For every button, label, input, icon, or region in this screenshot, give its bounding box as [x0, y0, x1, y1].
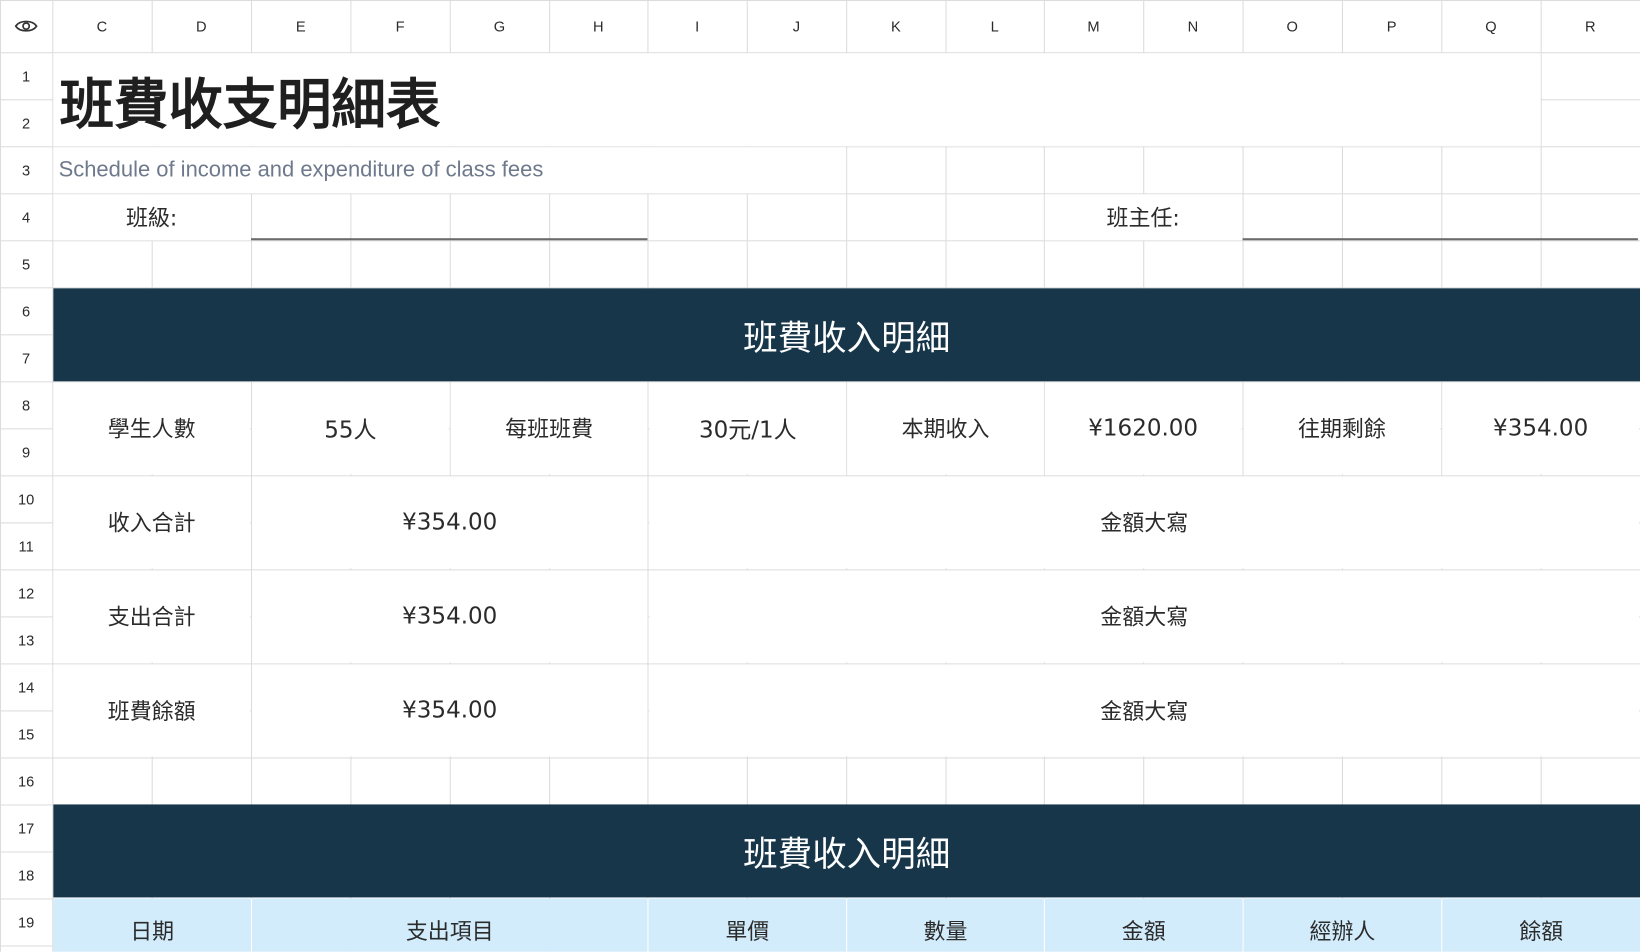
- summary-value-expense[interactable]: ¥354.00: [252, 570, 648, 663]
- column-header-n[interactable]: N: [1143, 0, 1242, 52]
- column-header-g[interactable]: G: [450, 0, 549, 52]
- students-value[interactable]: 55人: [252, 382, 449, 475]
- sheet-title[interactable]: 班費收支明細表: [53, 53, 1541, 147]
- summary-value-income[interactable]: ¥354.00: [252, 476, 648, 569]
- row-header-19[interactable]: 19: [0, 898, 52, 945]
- row-header-11[interactable]: 11: [0, 522, 52, 569]
- expense-header-unit-price[interactable]: 單價: [648, 915, 846, 946]
- expense-header-amount[interactable]: 金額: [1045, 915, 1243, 946]
- summary-label-balance[interactable]: 班費餘額: [53, 664, 250, 757]
- column-header-p[interactable]: P: [1342, 0, 1441, 52]
- teacher-label[interactable]: 班主任:: [1044, 194, 1242, 241]
- column-header-r[interactable]: R: [1541, 0, 1640, 52]
- column-header-q[interactable]: Q: [1441, 0, 1540, 52]
- row-header-10[interactable]: 10: [0, 475, 52, 522]
- column-header-l[interactable]: L: [946, 0, 1044, 52]
- expense-section-banner[interactable]: 班費收入明細: [53, 804, 1640, 898]
- class-label[interactable]: 班級:: [53, 194, 250, 241]
- row-header-2[interactable]: 2: [0, 99, 52, 146]
- fee-value[interactable]: 30元/1人: [649, 382, 847, 475]
- students-label[interactable]: 學生人數: [53, 382, 250, 475]
- expense-header-quantity[interactable]: 數量: [847, 915, 1044, 946]
- teacher-input-underline: [1242, 238, 1638, 241]
- prior-balance-value[interactable]: ¥354.00: [1442, 382, 1639, 475]
- summary-caps-expense[interactable]: 金額大寫: [649, 570, 1639, 663]
- row-header-17[interactable]: 17: [0, 804, 52, 851]
- expense-header-item[interactable]: 支出項目: [252, 915, 647, 946]
- sheet-subtitle[interactable]: Schedule of income and expenditure of cl…: [53, 147, 847, 194]
- spreadsheet-sheet: CDEFGHIJKLMNOPQR 1 2 3 4 5 6 7 8 9 10 11 12 13 14 15 16…: [0, 0, 1640, 952]
- period-income-label[interactable]: 本期收入: [847, 382, 1044, 475]
- column-header-k[interactable]: K: [846, 0, 945, 52]
- expense-header-balance[interactable]: 餘額: [1442, 915, 1640, 946]
- expense-header-handler[interactable]: 經辦人: [1244, 915, 1442, 946]
- income-section-banner[interactable]: 班費收入明細: [53, 288, 1640, 382]
- spreadsheet-window: CDEFGHIJKLMNOPQR 1 2 3 4 5 6 7 8 9 10 11 12 13 14 15 16…: [0, 0, 1640, 952]
- summary-caps-balance[interactable]: 金額大寫: [649, 664, 1639, 757]
- row-header-18[interactable]: 18: [0, 851, 52, 898]
- eye-icon[interactable]: [14, 19, 38, 34]
- row-header-3[interactable]: 3: [0, 146, 52, 193]
- fee-label[interactable]: 每班班費: [450, 382, 648, 475]
- class-input-underline: [251, 238, 648, 241]
- column-header-d[interactable]: D: [152, 0, 251, 52]
- column-header-e[interactable]: E: [251, 0, 350, 52]
- column-header-c[interactable]: C: [52, 0, 151, 52]
- summary-caps-income[interactable]: 金額大寫: [649, 476, 1639, 569]
- row-header-1[interactable]: 1: [0, 52, 52, 99]
- row-header-12[interactable]: 12: [0, 569, 52, 616]
- summary-value-balance[interactable]: ¥354.00: [252, 664, 648, 757]
- column-header-j[interactable]: J: [747, 0, 846, 52]
- expense-header-date[interactable]: 日期: [53, 915, 251, 946]
- row-header-6[interactable]: 6: [0, 287, 52, 334]
- column-header-m[interactable]: M: [1044, 0, 1143, 52]
- column-header-h[interactable]: H: [549, 0, 647, 52]
- grid-hline: [0, 240, 1640, 242]
- column-header-o[interactable]: O: [1243, 0, 1342, 52]
- select-all-corner[interactable]: [0, 0, 52, 52]
- column-header-i[interactable]: I: [647, 0, 746, 52]
- row-header-5[interactable]: 5: [0, 240, 52, 287]
- row-header-14[interactable]: 14: [0, 663, 52, 710]
- grid-hline: [0, 757, 1640, 759]
- summary-label-expense[interactable]: 支出合計: [53, 570, 250, 663]
- row-header-16[interactable]: 16: [0, 757, 52, 804]
- row-header-8[interactable]: 8: [0, 381, 52, 428]
- summary-label-income[interactable]: 收入合計: [53, 476, 250, 569]
- row-header-9[interactable]: 9: [0, 428, 52, 475]
- row-header-13[interactable]: 13: [0, 616, 52, 663]
- period-income-value[interactable]: ¥1620.00: [1044, 382, 1242, 475]
- prior-balance-label[interactable]: 往期剩餘: [1243, 382, 1441, 475]
- row-header-15[interactable]: 15: [0, 710, 52, 757]
- column-header-f[interactable]: F: [350, 0, 449, 52]
- row-header-7[interactable]: 7: [0, 334, 52, 381]
- row-header-4[interactable]: 4: [0, 193, 52, 240]
